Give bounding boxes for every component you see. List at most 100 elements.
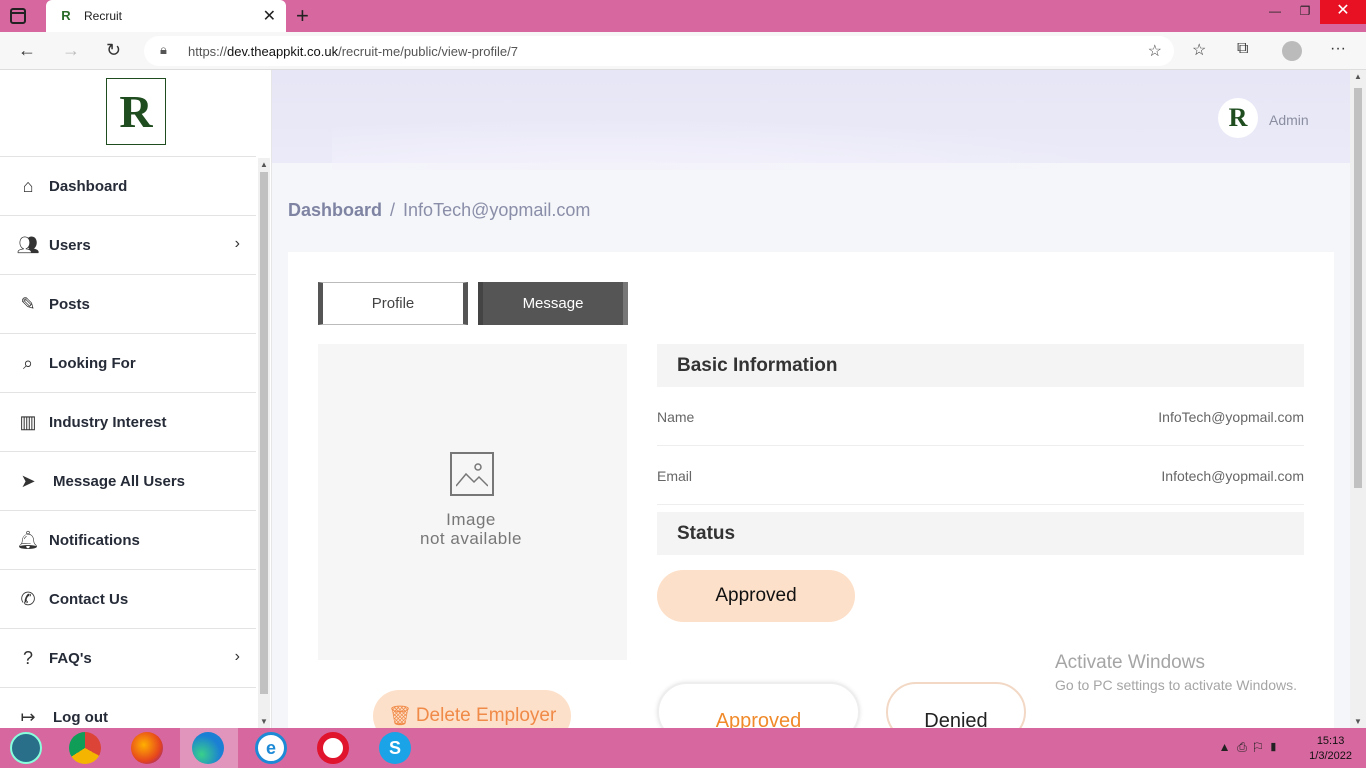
- sidebar-menu: ⌂ Dashboard 👥︎ Users › ✎ Posts ⌕ Looking…: [0, 156, 256, 746]
- email-value: Infotech@yopmail.com: [1161, 468, 1304, 484]
- app-logo[interactable]: R: [106, 78, 166, 145]
- factory-icon: ▥: [19, 411, 37, 432]
- add-favorite-icon[interactable]: ☆: [1148, 41, 1162, 61]
- internet-explorer-icon[interactable]: e: [255, 732, 287, 764]
- sidebar-item-label: Notifications: [49, 531, 140, 549]
- sidebar-item-label: Message All Users: [53, 472, 186, 490]
- profile-image-placeholder: Image not available: [318, 344, 627, 660]
- refresh-icon[interactable]: ↻: [106, 40, 121, 61]
- bell-icon: 🔔︎: [16, 529, 40, 550]
- sidebar-item-notifications[interactable]: 🔔︎ Notifications: [0, 510, 256, 569]
- system-tray[interactable]: ▲ ⎙ ⚐ ▮: [1219, 740, 1278, 755]
- sidebar-item-label: Dashboard: [49, 177, 128, 195]
- main-content: R Admin Dashboard / InfoTech@yopmail.com P…: [272, 70, 1350, 728]
- profile-avatar-icon[interactable]: [1282, 41, 1302, 61]
- sidebar-scrollbar[interactable]: ▲ ▼: [258, 158, 270, 728]
- approve-button[interactable]: Approved: [657, 682, 860, 728]
- windows-taskbar: e S ▲ ⎙ ⚐ ▮ 15:13 1/3/2022: [0, 728, 1366, 768]
- logout-icon: ↦: [20, 706, 36, 727]
- close-tab-icon[interactable]: ✕: [263, 6, 276, 26]
- breadcrumb: Dashboard / InfoTech@yopmail.com: [288, 200, 590, 221]
- basic-information-panel: Basic Information Name InfoTech@yopmail.…: [657, 344, 1304, 728]
- tab-profile[interactable]: Profile: [318, 282, 468, 325]
- status-heading: Status: [657, 512, 1304, 555]
- scroll-up-icon[interactable]: ▲: [1354, 72, 1362, 81]
- sidebar-item-label: Posts: [49, 295, 90, 313]
- close-window-icon[interactable]: ✕: [1320, 0, 1366, 24]
- name-value: InfoTech@yopmail.com: [1158, 409, 1304, 425]
- sidebar-item-looking-for[interactable]: ⌕ Looking For: [0, 333, 256, 392]
- deny-button[interactable]: Denied: [886, 682, 1026, 728]
- main-scrollbar[interactable]: ▲ ▼: [1350, 70, 1366, 728]
- search-icon: ⌕: [22, 352, 34, 373]
- sidebar-item-label: Industry Interest: [49, 413, 167, 431]
- main-scroll-thumb[interactable]: [1354, 88, 1362, 488]
- sidebar-item-label: Looking For: [49, 354, 136, 372]
- windows-activation-watermark: Activate Windows Go to PC settings to ac…: [1055, 652, 1297, 693]
- trash-icon: 🗑︎: [387, 706, 412, 727]
- scroll-up-icon[interactable]: ▲: [260, 160, 268, 169]
- sidebar-item-industry-interest[interactable]: ▥ Industry Interest: [0, 392, 256, 451]
- users-icon: 👥︎: [16, 234, 40, 255]
- sidebar: R ⌂ Dashboard 👥︎ Users › ✎ Posts ⌕ Looki…: [0, 70, 272, 728]
- send-icon: ➤: [20, 470, 36, 491]
- email-label: Email: [657, 468, 693, 484]
- chevron-right-icon: ›: [234, 235, 240, 252]
- browser-titlebar: R Recruit ✕ + — ❐ ✕: [0, 0, 1366, 32]
- admin-avatar[interactable]: R: [1218, 98, 1258, 138]
- collections-icon[interactable]: ⧉: [1237, 40, 1248, 58]
- image-icon: [450, 452, 494, 496]
- opera-icon[interactable]: [317, 732, 349, 764]
- window-controls: — ❐ ✕: [1260, 0, 1366, 32]
- sidebar-item-posts[interactable]: ✎ Posts: [0, 274, 256, 333]
- top-header: R Admin: [272, 70, 1350, 170]
- taskbar-clock[interactable]: 15:13 1/3/2022: [1309, 734, 1352, 764]
- sidebar-item-faqs[interactable]: ? FAQ's ›: [0, 628, 256, 687]
- faq-icon: ?: [22, 647, 33, 668]
- image-unavailable-text: Image not available: [420, 510, 522, 548]
- forward-icon[interactable]: →: [62, 40, 80, 61]
- start-globe-icon[interactable]: [10, 732, 42, 764]
- chevron-right-icon: ›: [234, 648, 240, 665]
- back-icon[interactable]: ←: [18, 40, 36, 61]
- name-row: Name InfoTech@yopmail.com: [657, 387, 1304, 446]
- tab-message[interactable]: Message: [478, 282, 628, 325]
- sidebar-item-users[interactable]: 👥︎ Users ›: [0, 215, 256, 274]
- sidebar-scroll-thumb[interactable]: [260, 172, 268, 694]
- sidebar-item-label: Contact Us: [49, 590, 129, 608]
- breadcrumb-separator: /: [390, 200, 396, 220]
- more-icon[interactable]: ···: [1330, 40, 1346, 58]
- breadcrumb-dashboard-link[interactable]: Dashboard: [288, 200, 382, 220]
- name-label: Name: [657, 409, 695, 425]
- phone-icon: ✆: [20, 588, 36, 609]
- edge-icon[interactable]: [192, 732, 224, 764]
- url-text: https://dev.theappkit.co.uk/recruit-me/p…: [188, 44, 518, 59]
- sidebar-item-message-all-users[interactable]: ➤ Message All Users: [0, 451, 256, 510]
- admin-label[interactable]: Admin: [1269, 112, 1309, 128]
- tab-title: Recruit: [84, 9, 123, 23]
- scroll-down-icon[interactable]: ▼: [260, 717, 268, 726]
- basic-information-heading: Basic Information: [657, 344, 1304, 387]
- sidebar-item-dashboard[interactable]: ⌂ Dashboard: [0, 156, 256, 215]
- chrome-icon[interactable]: [69, 732, 101, 764]
- firefox-icon[interactable]: [131, 732, 163, 764]
- posts-icon: ✎: [20, 293, 36, 314]
- breadcrumb-current: InfoTech@yopmail.com: [403, 200, 591, 220]
- url-field[interactable]: 🔒︎ https://dev.theappkit.co.uk/recruit-m…: [144, 36, 1174, 66]
- minimize-icon[interactable]: —: [1260, 0, 1290, 24]
- sidebar-item-contact-us[interactable]: ✆ Contact Us: [0, 569, 256, 628]
- sidebar-item-label: Users: [49, 236, 91, 254]
- favorites-icon[interactable]: ☆: [1192, 40, 1206, 60]
- window-menu-icon[interactable]: [10, 8, 26, 24]
- restore-icon[interactable]: ❐: [1290, 0, 1320, 24]
- address-bar: ← → ↻ 🔒︎ https://dev.theappkit.co.uk/rec…: [0, 32, 1366, 70]
- email-row: Email Infotech@yopmail.com: [657, 446, 1304, 505]
- lock-icon: 🔒︎: [160, 42, 167, 57]
- new-tab-icon[interactable]: +: [296, 3, 309, 29]
- scroll-down-icon[interactable]: ▼: [1354, 717, 1362, 726]
- status-badge: Approved: [657, 570, 855, 622]
- skype-icon[interactable]: S: [379, 732, 411, 764]
- delete-employer-button[interactable]: 🗑︎ Delete Employer: [373, 690, 571, 728]
- sidebar-item-label: FAQ's: [49, 649, 92, 667]
- browser-tab[interactable]: R Recruit ✕: [46, 0, 286, 32]
